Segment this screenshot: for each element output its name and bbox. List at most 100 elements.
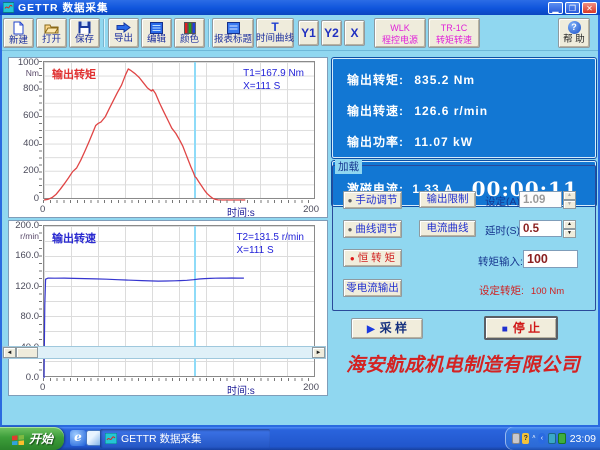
play-icon: ▶ (367, 324, 375, 335)
torque-input-label: 转矩输入: (478, 254, 523, 269)
export-button[interactable]: 导出 (108, 18, 139, 48)
scroll-left-button[interactable]: ◄ (3, 347, 16, 358)
chart-title: 输出转矩 (52, 66, 96, 82)
radio-dot-icon: ● (348, 225, 353, 234)
edit-button[interactable]: 编辑 (141, 18, 172, 48)
power-value: 11.07 kW (414, 135, 473, 149)
toolbar-separator (103, 19, 105, 47)
toolbar: 新建 打开 保存 导出 编辑 颜色 (2, 15, 598, 51)
desktop: GETTR 数据采集 ▁ ❐ ✕ 新建 打开 保存 (0, 0, 600, 450)
output-limit-button[interactable]: 输出限制 (419, 191, 476, 208)
save-icon (78, 21, 91, 34)
hide-icons-chevron[interactable]: ˄ (531, 433, 536, 444)
taskbar-app-button[interactable]: GETTR 数据采集 (100, 429, 270, 448)
app-window: GETTR 数据采集 ▁ ❐ ✕ 新建 打开 保存 (0, 0, 600, 427)
cursor-readout: T1=167.9 Nm X=111 S (243, 67, 304, 93)
minimize-button[interactable]: ▁ (548, 2, 563, 14)
manual-adjust-button[interactable]: ●手动调节 (343, 191, 402, 209)
speed-value: 126.6 r/min (414, 104, 488, 118)
speed-reading: 输出转速: 126.6 r/min (347, 102, 488, 119)
load-groupbox-title: 加载 (335, 159, 362, 174)
report-title-icon (227, 22, 240, 34)
new-button[interactable]: 新建 (3, 18, 34, 48)
torque-value: 835.2 Nm (414, 73, 475, 87)
update-icon[interactable]: ? (522, 433, 529, 444)
curve-adjust-button[interactable]: ●曲线调节 (343, 220, 402, 238)
delay-spinner[interactable]: ▲▼ (563, 220, 576, 237)
set-torque-readout: 设定转矩: 100 Nm (479, 283, 564, 298)
sample-button[interactable]: ▶采 样 (351, 318, 423, 339)
stop-icon: ■ (502, 324, 508, 335)
scroll-right-button[interactable]: ► (312, 347, 325, 358)
x-axis-ticks (43, 200, 315, 203)
speed-chart: 200.0 r/min 160.0 120.0 80.0 40.0 0.0 输出… (8, 220, 328, 396)
chart-title: 输出转速 (52, 230, 96, 246)
readings-panel: 输出转矩: 835.2 Nm 输出转速: 126.6 r/min 输出功率: 1… (332, 58, 596, 158)
close-button[interactable]: ✕ (582, 2, 597, 14)
maximize-button[interactable]: ❐ (565, 2, 580, 14)
antivirus-icon[interactable] (558, 433, 566, 444)
time-curve-button[interactable]: T 时间曲线 (256, 18, 294, 48)
company-name: 海安航成机电制造有限公司 (328, 350, 598, 377)
cursor-readout: T2=131.5 r/min X=111 S (236, 231, 304, 257)
windows-logo-icon (11, 433, 25, 445)
zero-current-button[interactable]: 零电流输出 (343, 279, 402, 297)
set-current-label: 设定(A): (485, 194, 523, 209)
current-curve-button[interactable]: 电流曲线 (419, 220, 476, 237)
window-title: GETTR 数据采集 (18, 0, 109, 15)
taskbar-clock: 23:09 (570, 433, 596, 445)
power-reading: 输出功率: 11.07 kW (347, 133, 473, 150)
open-button[interactable]: 打开 (36, 18, 67, 48)
torque-chart: 1000 Nm 800 600 400 200 0 输出转矩 T1=167.9 … (8, 57, 328, 218)
radio-dot-icon: ● (348, 196, 353, 205)
torque-input[interactable] (523, 250, 578, 268)
scroll-thumb[interactable] (16, 347, 38, 358)
spin-up-icon[interactable]: ▲ (563, 220, 576, 229)
new-document-icon (12, 21, 25, 35)
torque-plot-area[interactable]: 输出转矩 T1=167.9 Nm X=111 S (43, 61, 315, 199)
system-tray: ? ˄ ‹ 23:09 (505, 427, 600, 450)
set-current-input[interactable] (519, 191, 562, 208)
x-axis-ticks (43, 378, 315, 381)
app-icon (105, 433, 117, 444)
delay-label: 延时(S): (485, 223, 523, 238)
spin-down-icon[interactable]: ▼ (563, 200, 576, 209)
delay-input[interactable] (519, 220, 562, 237)
y1-axis-button[interactable]: Y1 (298, 20, 319, 46)
wlk-power-button[interactable]: WLK 程控电源 (374, 18, 426, 48)
set-torque-value: 100 Nm (531, 286, 564, 297)
device-icon[interactable] (512, 433, 520, 444)
time-curve-icon: T (271, 22, 278, 33)
spin-up-icon[interactable]: ▲ (563, 191, 576, 200)
color-bars-icon (184, 22, 196, 34)
y-axis-ticks (39, 61, 42, 199)
x-axis-label: 时间:s (227, 204, 255, 219)
save-button[interactable]: 保存 (69, 18, 100, 48)
export-arrow-icon (116, 22, 131, 33)
tr1c-device-button[interactable]: TR-1C 转矩转速 (428, 18, 480, 48)
language-icon[interactable]: ‹ (538, 433, 545, 444)
x-axis-button[interactable]: X (344, 20, 365, 46)
help-icon: ? (568, 21, 581, 34)
y2-axis-button[interactable]: Y2 (321, 20, 342, 46)
app-icon (3, 2, 14, 13)
constant-torque-button[interactable]: ●恒 转 矩 (343, 249, 402, 267)
open-folder-icon (44, 22, 59, 34)
horizontal-scrollbar[interactable]: ◄ ► (2, 346, 326, 359)
network-icon[interactable] (548, 433, 556, 444)
color-button[interactable]: 颜色 (174, 18, 205, 48)
taskbar: 开始 e GETTR 数据采集 ? ˄ ‹ 23:09 (0, 427, 600, 450)
titlebar: GETTR 数据采集 ▁ ❐ ✕ (0, 0, 600, 15)
radio-dot-icon: ● (350, 254, 355, 263)
set-current-spinner[interactable]: ▲▼ (563, 191, 576, 208)
report-title-button[interactable]: 报表标题 (212, 18, 254, 48)
torque-reading: 输出转矩: 835.2 Nm (347, 71, 475, 88)
help-button[interactable]: ? 帮 助 (558, 18, 590, 48)
edit-list-icon (150, 22, 163, 34)
start-button[interactable]: 开始 (0, 427, 64, 450)
load-groupbox: 加载 ●手动调节 ●曲线调节 ●恒 转 矩 零电流输出 输出限制 电流曲线 设定… (332, 165, 596, 311)
spin-down-icon[interactable]: ▼ (563, 229, 576, 238)
internet-explorer-icon[interactable]: e (70, 430, 86, 446)
toolbar-separator (208, 19, 210, 47)
stop-button[interactable]: ■停 止 (484, 316, 558, 340)
